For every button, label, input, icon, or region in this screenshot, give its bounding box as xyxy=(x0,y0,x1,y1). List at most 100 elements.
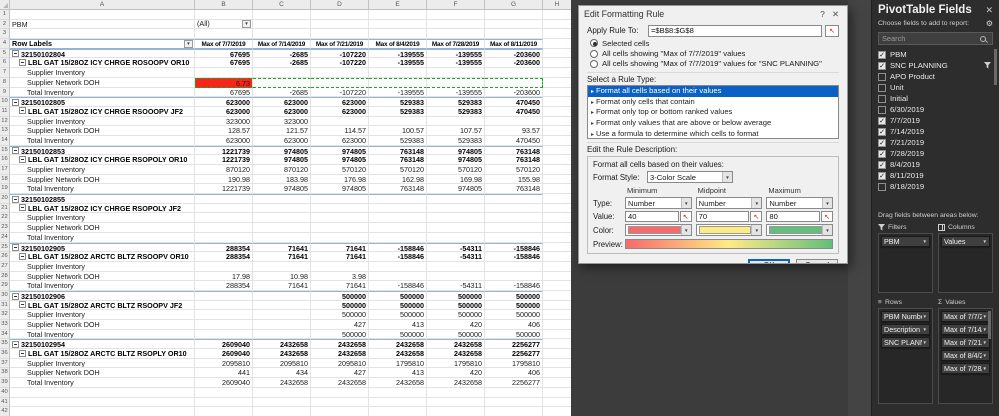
cell-H9[interactable] xyxy=(543,88,571,98)
cell-E16[interactable]: 763148 xyxy=(369,155,427,165)
row-header-15[interactable]: 15 xyxy=(0,145,10,156)
cell-H42[interactable] xyxy=(543,407,571,416)
cell-B25[interactable]: 288354 xyxy=(195,242,253,253)
values-scrollbar[interactable] xyxy=(988,311,991,339)
row-header-40[interactable]: 40 xyxy=(0,387,10,398)
cell-F28[interactable] xyxy=(427,271,485,282)
cell-F33[interactable]: 420 xyxy=(427,320,485,330)
well-values[interactable]: Max of 7/7/2...▼ Max of 7/14/...▼ Max of 7… xyxy=(938,308,993,404)
cell-C1[interactable] xyxy=(253,10,311,20)
cell-D32[interactable]: 500000 xyxy=(311,310,369,320)
cell-G25[interactable]: -158846 xyxy=(485,242,543,253)
pivot-field-chip-max-of-8-4-2-[interactable]: Max of 8/4/2...▼ xyxy=(941,350,990,361)
cell-E39[interactable]: 2432658 xyxy=(369,378,427,388)
cell-G24[interactable] xyxy=(485,232,543,243)
cell-D30[interactable]: 500000 xyxy=(311,290,369,301)
well-filters[interactable]: PBM ▼ xyxy=(878,233,933,293)
cell-C28[interactable]: 10.98 xyxy=(253,271,311,282)
cell-F20[interactable] xyxy=(427,194,485,204)
cell-A39[interactable]: Total Inventory xyxy=(10,378,195,388)
cell-E14[interactable]: 529383 xyxy=(369,135,427,146)
cell-G35[interactable]: 2256277 xyxy=(485,339,543,350)
cell-E35[interactable]: 2432658 xyxy=(369,339,427,350)
cell-D3[interactable] xyxy=(311,29,369,40)
mid-color-select[interactable]: ▼ xyxy=(695,224,763,237)
column-header-E[interactable]: E xyxy=(369,0,427,9)
row-header-37[interactable]: 37 xyxy=(0,358,10,369)
cell-F12[interactable] xyxy=(427,116,485,127)
cell-H13[interactable] xyxy=(543,126,571,136)
select-all-corner[interactable] xyxy=(0,0,10,9)
cell-A10[interactable]: 32150102805 xyxy=(10,97,195,107)
cell-C3[interactable] xyxy=(253,29,311,40)
cell-F4[interactable]: Max of 7/28/2019 xyxy=(427,39,485,49)
cell-B39[interactable]: 2609040 xyxy=(195,378,253,388)
column-header-F[interactable]: F xyxy=(427,0,485,9)
cell-D35[interactable]: 2432658 xyxy=(311,339,369,350)
cell-C38[interactable]: 434 xyxy=(253,368,311,379)
cell-A20[interactable]: 32150102855 xyxy=(10,194,195,204)
cell-H20[interactable] xyxy=(543,194,571,204)
cell-F23[interactable] xyxy=(427,223,485,233)
cell-C21[interactable] xyxy=(253,203,311,214)
cell-D41[interactable] xyxy=(311,397,369,408)
checked-checkbox[interactable]: ✓ xyxy=(878,149,886,158)
cell-D16[interactable]: 974805 xyxy=(311,155,369,165)
cell-E17[interactable]: 570120 xyxy=(369,165,427,175)
cell-E28[interactable] xyxy=(369,271,427,282)
cell-D40[interactable] xyxy=(311,387,369,398)
row-header-20[interactable]: 20 xyxy=(0,194,10,204)
cell-B37[interactable]: 2095810 xyxy=(195,358,253,369)
range-picker-icon[interactable]: ↖ xyxy=(821,211,834,223)
cancel-button[interactable]: Cancel xyxy=(796,259,838,263)
cell-C26[interactable]: 71641 xyxy=(253,252,311,262)
cell-E23[interactable] xyxy=(369,223,427,233)
field-item-unit[interactable]: Unit xyxy=(878,82,991,93)
cell-A4[interactable]: Row Labels ▼ xyxy=(10,39,195,49)
cell-G26[interactable]: -158846 xyxy=(485,252,543,262)
field-item-8-18-2019[interactable]: 8/18/2019 xyxy=(878,181,991,192)
cell-H25[interactable] xyxy=(543,243,571,253)
cell-E18[interactable]: 162.98 xyxy=(369,174,427,185)
cell-C6[interactable]: -2685 xyxy=(253,58,311,69)
collapse-icon[interactable] xyxy=(19,155,26,163)
cell-D19[interactable]: 974805 xyxy=(311,184,369,195)
cell-B41[interactable] xyxy=(195,397,253,408)
cell-C34[interactable] xyxy=(253,329,311,340)
cell-F34[interactable]: 500000 xyxy=(427,329,485,340)
field-item-6-30-2019[interactable]: 6/30/2019 xyxy=(878,104,991,115)
cell-E42[interactable] xyxy=(369,407,427,416)
cell-H2[interactable] xyxy=(543,20,571,30)
cell-B22[interactable] xyxy=(195,213,253,224)
pivot-field-chip-max-of-7-7-2-[interactable]: Max of 7/7/2...▼ xyxy=(941,311,990,322)
cell-H15[interactable] xyxy=(543,146,571,156)
row-header-5[interactable]: 5 xyxy=(0,48,10,59)
row-header-9[interactable]: 9 xyxy=(0,87,10,98)
cell-C14[interactable]: 623000 xyxy=(253,135,311,146)
cell-E33[interactable]: 413 xyxy=(369,320,427,330)
cell-B21[interactable] xyxy=(195,203,253,214)
cell-H39[interactable] xyxy=(543,378,571,388)
cell-E8[interactable] xyxy=(369,77,427,88)
cell-A22[interactable]: Supplier Inventory xyxy=(10,213,195,224)
cell-C5[interactable]: -2685 xyxy=(253,48,311,59)
rule-type-option-5[interactable]: ▸ Use a formula to determine which cells … xyxy=(588,129,838,139)
collapse-icon[interactable] xyxy=(19,349,26,357)
cell-G3[interactable] xyxy=(485,29,543,40)
cell-H40[interactable] xyxy=(543,388,571,398)
cell-F3[interactable] xyxy=(427,29,485,40)
pivot-field-chip-pbm[interactable]: PBM ▼ xyxy=(881,236,930,247)
cell-F22[interactable] xyxy=(427,213,485,224)
fields-scrollbar[interactable] xyxy=(994,49,997,85)
cell-F8[interactable] xyxy=(427,77,485,88)
row-header-26[interactable]: 26 xyxy=(0,252,10,262)
cell-F32[interactable]: 500000 xyxy=(427,310,485,320)
cell-G2[interactable] xyxy=(485,19,543,30)
cell-A23[interactable]: Supplier Network DOH xyxy=(10,223,195,233)
collapse-icon[interactable] xyxy=(12,340,19,348)
row-header-38[interactable]: 38 xyxy=(0,368,10,379)
cell-G34[interactable]: 500000 xyxy=(485,329,543,340)
range-picker-icon[interactable]: ↖ xyxy=(825,24,839,37)
cell-E5[interactable]: -139555 xyxy=(369,48,427,59)
cell-A3[interactable] xyxy=(10,29,195,40)
